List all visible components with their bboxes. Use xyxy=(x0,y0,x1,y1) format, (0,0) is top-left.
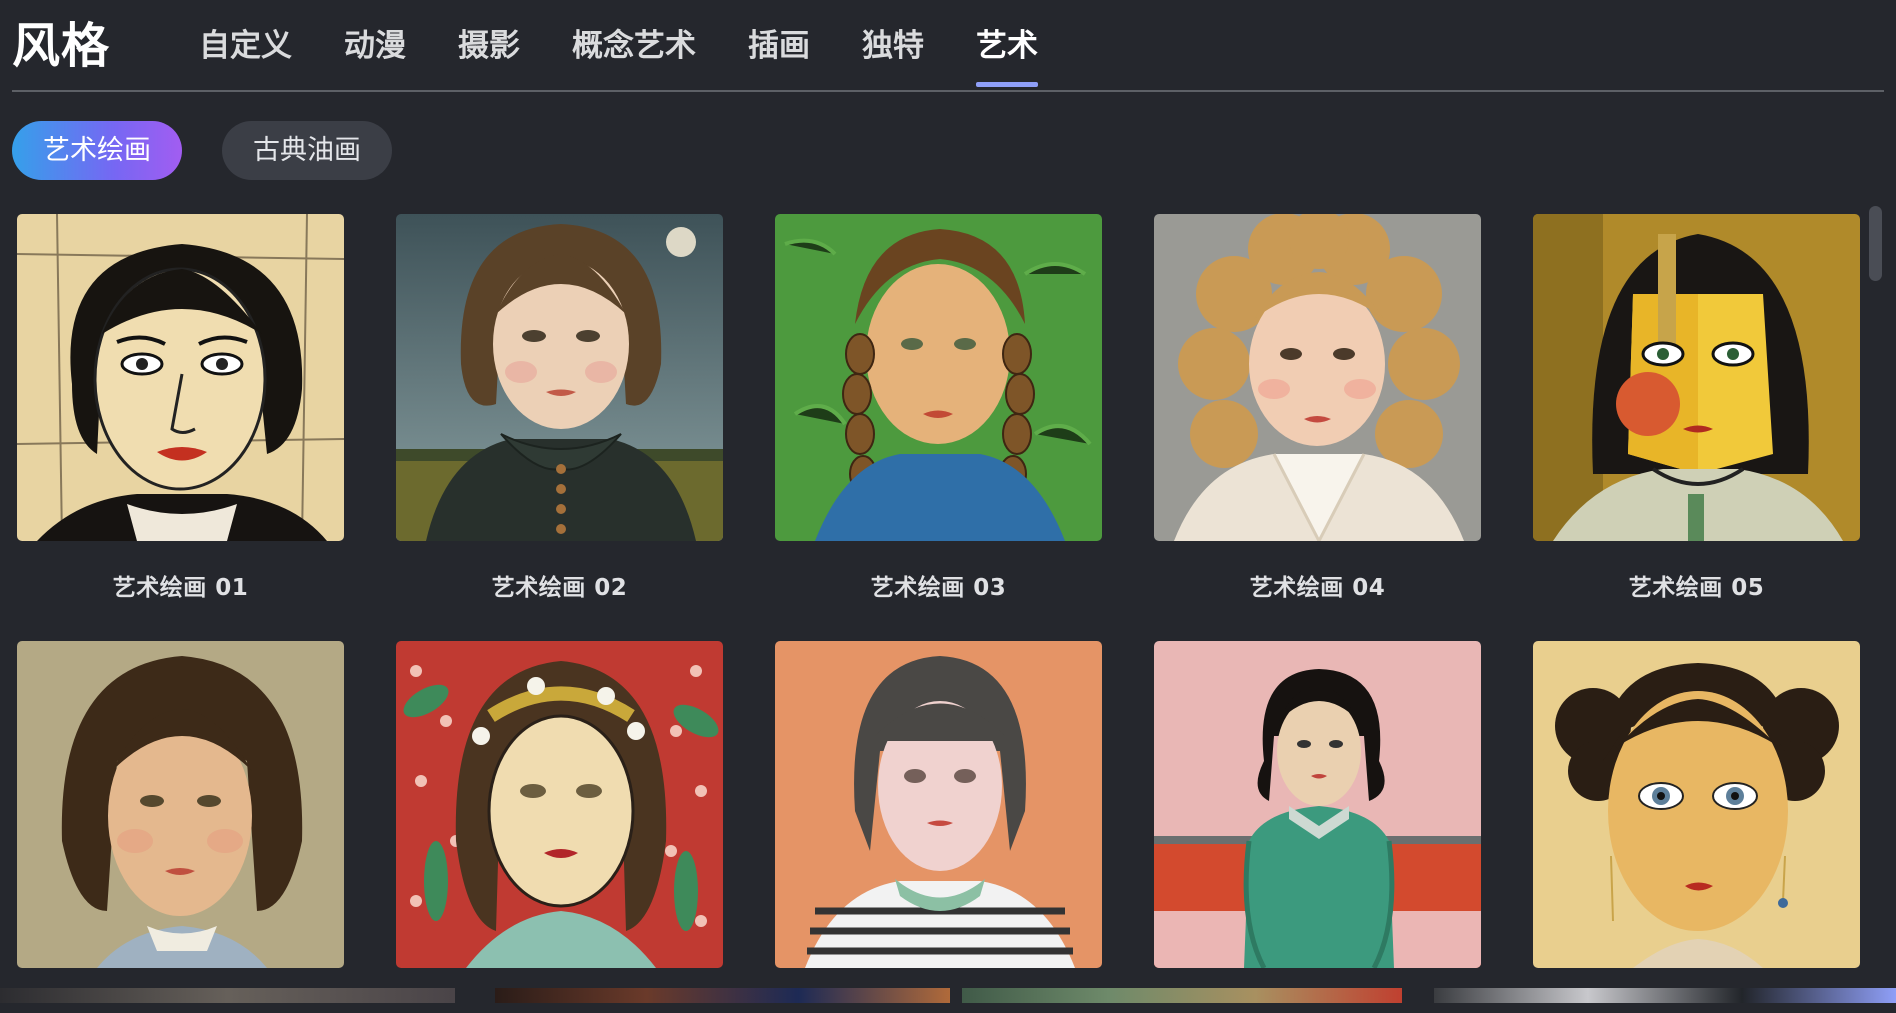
style-grid: 艺术绘画 01 艺术绘画 02 艺术绘画 03 艺术绘画 04 艺术绘画 05 xyxy=(17,214,1862,974)
style-picker-panel: 风格 自定义 动漫 摄影 概念艺术 插画 独特 艺术 艺术绘画 古典油画 艺术绘… xyxy=(0,0,1896,1013)
pill-art-painting[interactable]: 艺术绘画 xyxy=(12,121,182,180)
grid-scrollbar-thumb[interactable] xyxy=(1869,206,1882,281)
preview-thumb xyxy=(962,988,1402,1003)
tab-label: 独特 xyxy=(862,28,924,64)
portrait-classic-wavy-hair-icon xyxy=(17,641,344,968)
portrait-curly-girl-oil-icon xyxy=(1154,214,1481,541)
style-card[interactable] xyxy=(17,641,344,974)
active-tab-indicator xyxy=(976,82,1038,87)
category-tabs: 自定义 动漫 摄影 概念艺术 插画 独特 艺术 xyxy=(187,25,1064,87)
style-card[interactable] xyxy=(1533,641,1860,974)
pill-classic-oil[interactable]: 古典油画 xyxy=(222,121,392,180)
tab-photography[interactable]: 摄影 xyxy=(432,25,546,87)
portrait-ink-woodcut-icon xyxy=(17,214,344,541)
style-card[interactable]: 艺术绘画 03 xyxy=(775,214,1102,601)
style-card[interactable]: 艺术绘画 04 xyxy=(1154,214,1481,601)
preview-thumb xyxy=(1434,988,1896,1003)
tab-art[interactable]: 艺术 xyxy=(950,25,1064,87)
tab-custom[interactable]: 自定义 xyxy=(187,25,318,87)
subcategory-pills: 艺术绘画 古典油画 xyxy=(12,121,392,180)
tab-unique[interactable]: 独特 xyxy=(836,25,950,87)
card-label: 艺术绘画 03 xyxy=(870,575,1007,601)
card-label: 艺术绘画 04 xyxy=(1249,575,1386,601)
style-card[interactable] xyxy=(775,641,1102,974)
portrait-surreal-girl-moon-icon xyxy=(396,214,723,541)
preview-thumb xyxy=(0,988,455,1003)
card-label: 艺术绘画 02 xyxy=(491,575,628,601)
style-card[interactable] xyxy=(1154,641,1481,974)
style-card[interactable] xyxy=(396,641,723,974)
tab-label: 摄影 xyxy=(458,28,520,64)
page-title: 风格 xyxy=(12,18,111,74)
preview-thumb xyxy=(495,988,950,1003)
style-card[interactable]: 艺术绘画 02 xyxy=(396,214,723,601)
card-label: 艺术绘画 05 xyxy=(1628,575,1765,601)
next-row-preview xyxy=(0,988,1896,1013)
tab-anime[interactable]: 动漫 xyxy=(318,25,432,87)
portrait-floral-nouveau-icon xyxy=(396,641,723,968)
portrait-bob-striped-shirt-icon xyxy=(775,641,1102,968)
tab-label: 动漫 xyxy=(344,28,406,64)
tab-illustration[interactable]: 插画 xyxy=(722,25,836,87)
tab-label: 艺术 xyxy=(976,28,1038,64)
portrait-pink-room-green-sweater-icon xyxy=(1154,641,1481,968)
portrait-impressionist-braids-icon xyxy=(775,214,1102,541)
tab-label: 自定义 xyxy=(199,28,292,64)
tab-label: 概念艺术 xyxy=(572,28,696,64)
tab-concept-art[interactable]: 概念艺术 xyxy=(546,25,722,87)
card-label: 艺术绘画 01 xyxy=(112,575,249,601)
portrait-cubist-face-icon xyxy=(1533,214,1860,541)
tab-label: 插画 xyxy=(748,28,810,64)
style-card[interactable]: 艺术绘画 05 xyxy=(1533,214,1860,601)
portrait-big-eyes-buns-icon xyxy=(1533,641,1860,968)
style-tabbar: 风格 自定义 动漫 摄影 概念艺术 插画 独特 艺术 xyxy=(12,0,1884,92)
style-card[interactable]: 艺术绘画 01 xyxy=(17,214,344,601)
